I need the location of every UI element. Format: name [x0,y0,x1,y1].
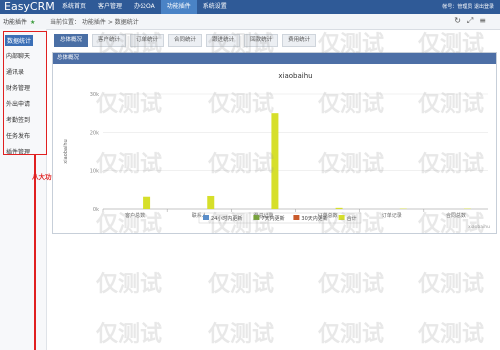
favorite-icon[interactable]: ★ [30,19,35,26]
legend-swatch [338,215,345,220]
nav-item-3[interactable]: 功能插件 [160,0,197,14]
y-tick-label: 30k [90,92,99,98]
chart-credit: xiaobaihu [468,224,490,230]
account-info[interactable]: 帐号：管理员 退出登录 [442,0,494,14]
bar [271,113,279,209]
tab-0[interactable]: 总体概况 [54,34,89,47]
fullscreen-icon[interactable]: ⤢ [467,16,479,25]
panel-title: 总体概况 [53,53,496,64]
legend-swatch [253,215,260,220]
overview-panel: 总体概况 xiaobaihu xiaobaihu 0k 10k 20k 30k 客户总数 联系… [52,52,497,234]
watermark-text: 仅测试 [208,272,275,297]
watermark-text: 仅测试 [318,272,385,297]
watermark-text: 仅测试 [418,272,485,297]
y-tick-label: 0k [93,207,99,213]
nav-item-1[interactable]: 客户管理 [92,0,128,14]
stats-tabs: 总体概况 客户统计 订单统计 合同统计 跟进统计 回款统计 费用统计 [54,34,317,47]
y-tick-label: 10k [90,169,99,175]
bar [207,195,215,209]
watermark-text: 仅测试 [208,322,275,347]
tab-3[interactable]: 合同统计 [168,34,203,47]
legend-label: 合计 [347,215,357,222]
toolbar-icons: ↻⤢≡ [454,16,492,26]
bar [143,196,151,209]
menu-icon[interactable]: ≡ [479,16,492,25]
app-logo: EasyCRM [4,0,55,13]
watermark-text: 仅测试 [418,322,485,347]
watermark-text: 仅测试 [96,322,163,347]
chart-title: xiaobaihu [278,72,312,80]
watermark-text: 仅测试 [96,272,163,297]
nav-item-2[interactable]: 办公OA [128,0,161,14]
tab-4[interactable]: 跟进统计 [206,34,241,47]
breadcrumb: 当前位置： 功能插件 > 数据统计 [50,19,139,26]
nav-item-4[interactable]: 系统设置 [197,0,233,14]
top-navbar: EasyCRM 系统首页 客户管理 办公OA 功能插件 系统设置 帐号：管理员 退出登录 [0,0,500,14]
tab-6[interactable]: 费用统计 [282,34,317,47]
tab-2[interactable]: 订单统计 [130,34,165,47]
bar [335,207,343,209]
overview-chart: xiaobaihuxiaobaihu0k10k20k30k客户总数 联系人 跟进记录… [63,72,490,230]
refresh-icon[interactable]: ↻ [454,16,467,25]
tab-5[interactable]: 回款统计 [244,34,279,47]
sidebar-title: 功能插件 [3,19,28,26]
y-axis-label: xiaobaihu [63,139,69,163]
nav-item-0[interactable]: 系统首页 [56,0,92,14]
tab-1[interactable]: 客户统计 [92,34,127,47]
main-nav: 系统首页 客户管理 办公OA 功能插件 系统设置 [56,0,233,14]
legend-label: 7天内更新 [261,215,284,222]
y-tick-label: 20k [90,130,99,136]
legend-label: 30天内更新 [301,215,327,222]
x-tick-label: 客户总数 [125,212,145,219]
legend-swatch [203,215,209,220]
legend-label: 24小时内更新 [211,215,242,222]
legend-swatch [293,215,300,220]
annotation-box [3,31,47,155]
watermark-text: 仅测试 [318,322,385,347]
x-tick-label: 合同总数 [446,212,466,219]
annotation-line [34,155,36,350]
sidebar-header: 功能插件 ★ [3,17,35,26]
x-tick-label: 订单记录 [382,212,402,219]
